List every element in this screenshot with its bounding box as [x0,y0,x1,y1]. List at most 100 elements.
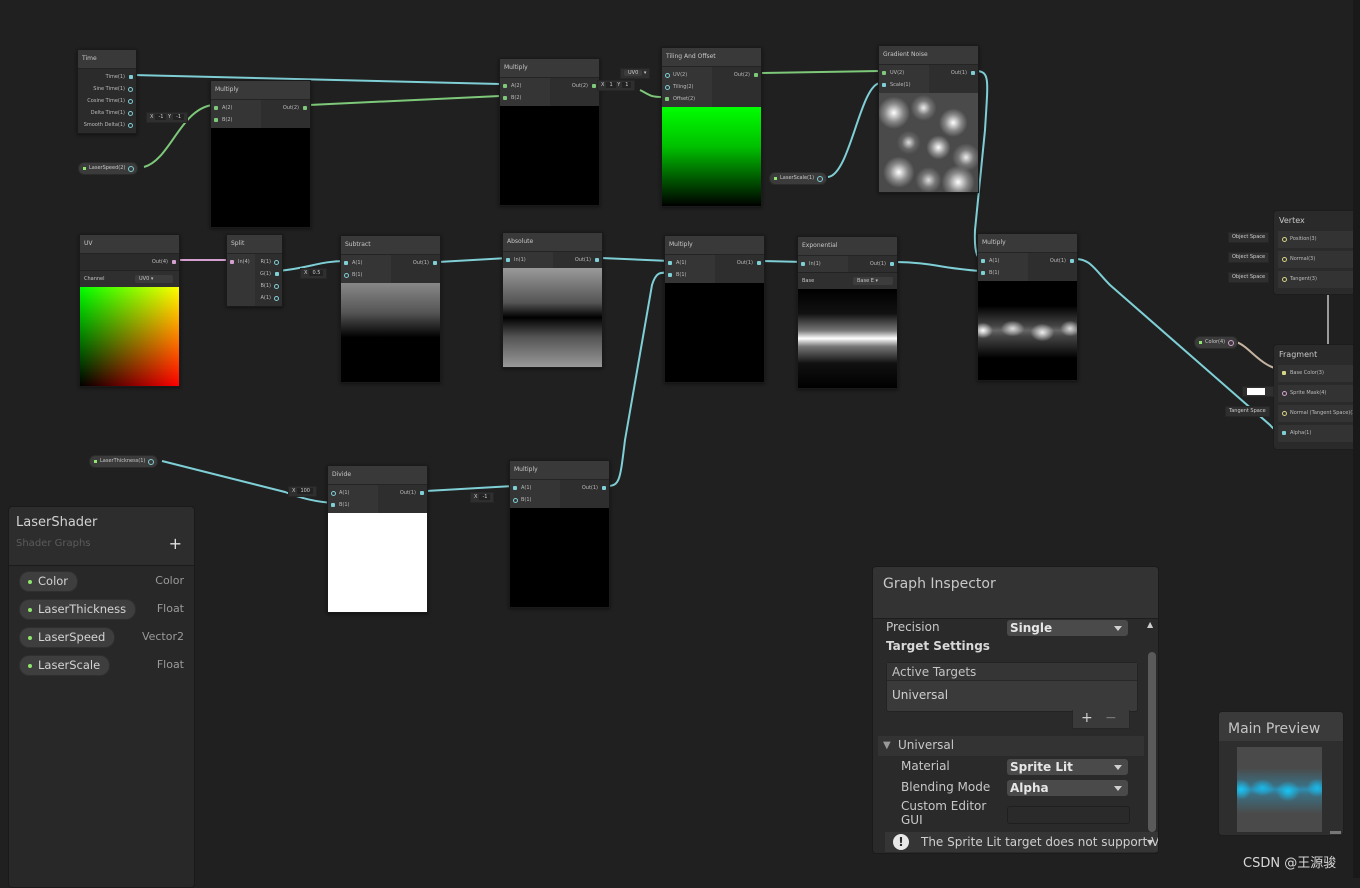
input-b[interactable]: B(2) [500,92,550,104]
output[interactable]: Out(2) [712,69,762,81]
input-a[interactable]: A(2) [211,102,261,114]
laserspeed-property-node[interactable]: LaserSpeed(2) [78,162,139,175]
tiling-offset-node[interactable]: Tiling And Offset UV(2) Tiling(2) Offset… [661,47,762,207]
port-dot-icon[interactable] [981,259,985,263]
sine-time-output[interactable]: Sine Time(1) [78,83,136,95]
port-dot-icon[interactable] [513,498,518,503]
target-item-universal[interactable]: Universal [887,681,1137,709]
output[interactable]: Out(1) [715,257,765,269]
base-dropdown[interactable]: Base E ▾ [853,277,893,285]
input-b[interactable]: B(2) [211,114,261,126]
port-dot-icon[interactable] [890,262,894,266]
port-dot-icon[interactable] [665,97,669,101]
laserscale-property-node[interactable]: LaserScale(1) [769,172,828,185]
output-g[interactable]: G(1) [255,268,283,280]
tangent-port[interactable]: Tangent(3) [1278,271,1356,288]
input-tiling[interactable]: Tiling(2) [662,81,712,93]
inspector-scrollbar[interactable]: ▲ ▼ [1147,620,1156,850]
port-dot-icon[interactable] [1070,259,1074,263]
time-output[interactable]: Time(1) [78,71,136,83]
normal-tangent-port[interactable]: Normal (Tangent Space)(3) [1278,405,1356,422]
position-default-field[interactable]: Object Space [1228,232,1270,243]
output[interactable]: Out(1) [391,257,441,269]
input-b[interactable]: B(1) [341,269,391,281]
property-pill[interactable]: LaserSpeed [19,627,116,648]
port-dot-icon[interactable] [1282,391,1287,396]
port-dot-icon[interactable] [668,261,672,265]
port-dot-icon[interactable] [128,123,133,128]
port-dot-icon[interactable] [129,75,133,79]
material-dropdown[interactable]: Sprite Lit [1007,759,1128,775]
input-a[interactable]: A(1) [978,255,1028,267]
port-dot-icon[interactable] [274,260,279,265]
channel-dropdown[interactable]: UV0 ▾ [135,275,173,283]
input-in[interactable]: In(1) [503,254,553,266]
precision-dropdown[interactable]: Single [1007,620,1128,636]
remove-target-button[interactable]: − [1105,710,1117,726]
output[interactable]: Out(1) [560,482,610,494]
input-b[interactable]: B(1) [665,269,715,281]
divide-a-field[interactable]: X 100 [288,486,317,497]
color-property-node[interactable]: Color(4) [1194,336,1239,349]
output[interactable]: Out(1) [848,258,898,270]
normal-default-field[interactable]: Tangent Space [1225,406,1270,417]
base-color-port[interactable]: Base Color(3) [1278,365,1356,382]
property-laserthickness[interactable]: LaserThickness Float [19,599,184,620]
output-a[interactable]: A(1) [255,292,283,304]
port-dot-icon[interactable] [148,459,155,465]
gradient-noise-node[interactable]: Gradient Noise UV(2) Scale(1) Out(1) [878,45,979,193]
port-dot-icon[interactable] [882,83,886,87]
multiply3-node[interactable]: Multiply A(1) B(1) Out(1) [664,235,765,383]
property-color[interactable]: Color Color [19,571,184,592]
input-b[interactable]: B(1) [510,494,560,506]
resize-handle[interactable] [1330,831,1341,834]
normal-port[interactable]: Normal(3) [1278,251,1356,268]
output[interactable]: Out(4) [80,256,179,268]
input-b[interactable]: B(1) [978,267,1028,279]
property-laserspeed[interactable]: LaserSpeed Vector2 [19,627,184,648]
port-dot-icon[interactable] [665,73,670,78]
output[interactable]: Out(2) [550,80,600,92]
custom-editor-gui-input[interactable] [1007,806,1130,824]
output[interactable]: Out(1) [1028,255,1078,267]
port-dot-icon[interactable] [971,71,975,75]
port-dot-icon[interactable] [506,258,510,262]
output[interactable]: Out(1) [378,487,428,499]
vertex-stack[interactable]: Vertex Position(3) Normal(3) Tangent(3) [1273,210,1357,295]
port-dot-icon[interactable] [513,486,517,490]
port-dot-icon[interactable] [1282,257,1287,262]
multiply2-node[interactable]: Multiply A(2) B(2) Out(2) [499,58,600,206]
port-dot-icon[interactable] [668,273,672,277]
position-port[interactable]: Position(3) [1278,231,1356,248]
input-a[interactable]: A(2) [500,80,550,92]
port-dot-icon[interactable] [331,491,336,496]
add-property-button[interactable]: + [169,534,182,553]
normal-default-field[interactable]: Object Space [1228,252,1270,263]
port-dot-icon[interactable] [275,272,279,276]
port-dot-icon[interactable] [344,273,349,278]
output[interactable]: Out(1) [553,254,603,266]
port-dot-icon[interactable] [344,261,348,265]
port-dot-icon[interactable] [602,486,606,490]
port-dot-icon[interactable] [420,491,424,495]
split-node[interactable]: Split In(4) R(1) G(1) B(1) A(1) [226,234,283,307]
sprite-mask-color-field[interactable] [1242,386,1274,397]
input-a[interactable]: A(1) [341,257,391,269]
port-dot-icon[interactable] [128,99,133,104]
port-dot-icon[interactable] [331,503,335,507]
port-dot-icon[interactable] [817,176,824,182]
port-dot-icon[interactable] [1282,277,1287,282]
port-dot-icon[interactable] [214,118,218,122]
subtract-b-field[interactable]: X 0.5 [300,268,328,279]
port-dot-icon[interactable] [592,84,596,88]
tiling-uv-field[interactable]: UV0 ▾ [620,68,651,79]
laserthickness-property-node[interactable]: LaserThickness(1) [89,455,159,468]
cosine-time-output[interactable]: Cosine Time(1) [78,95,136,107]
port-dot-icon[interactable] [665,85,670,90]
port-dot-icon[interactable] [303,106,307,110]
property-pill[interactable]: LaserScale [19,655,111,676]
port-dot-icon[interactable] [503,96,507,100]
port-dot-icon[interactable] [757,261,761,265]
port-dot-icon[interactable] [1282,431,1286,435]
output-b[interactable]: B(1) [255,280,283,292]
